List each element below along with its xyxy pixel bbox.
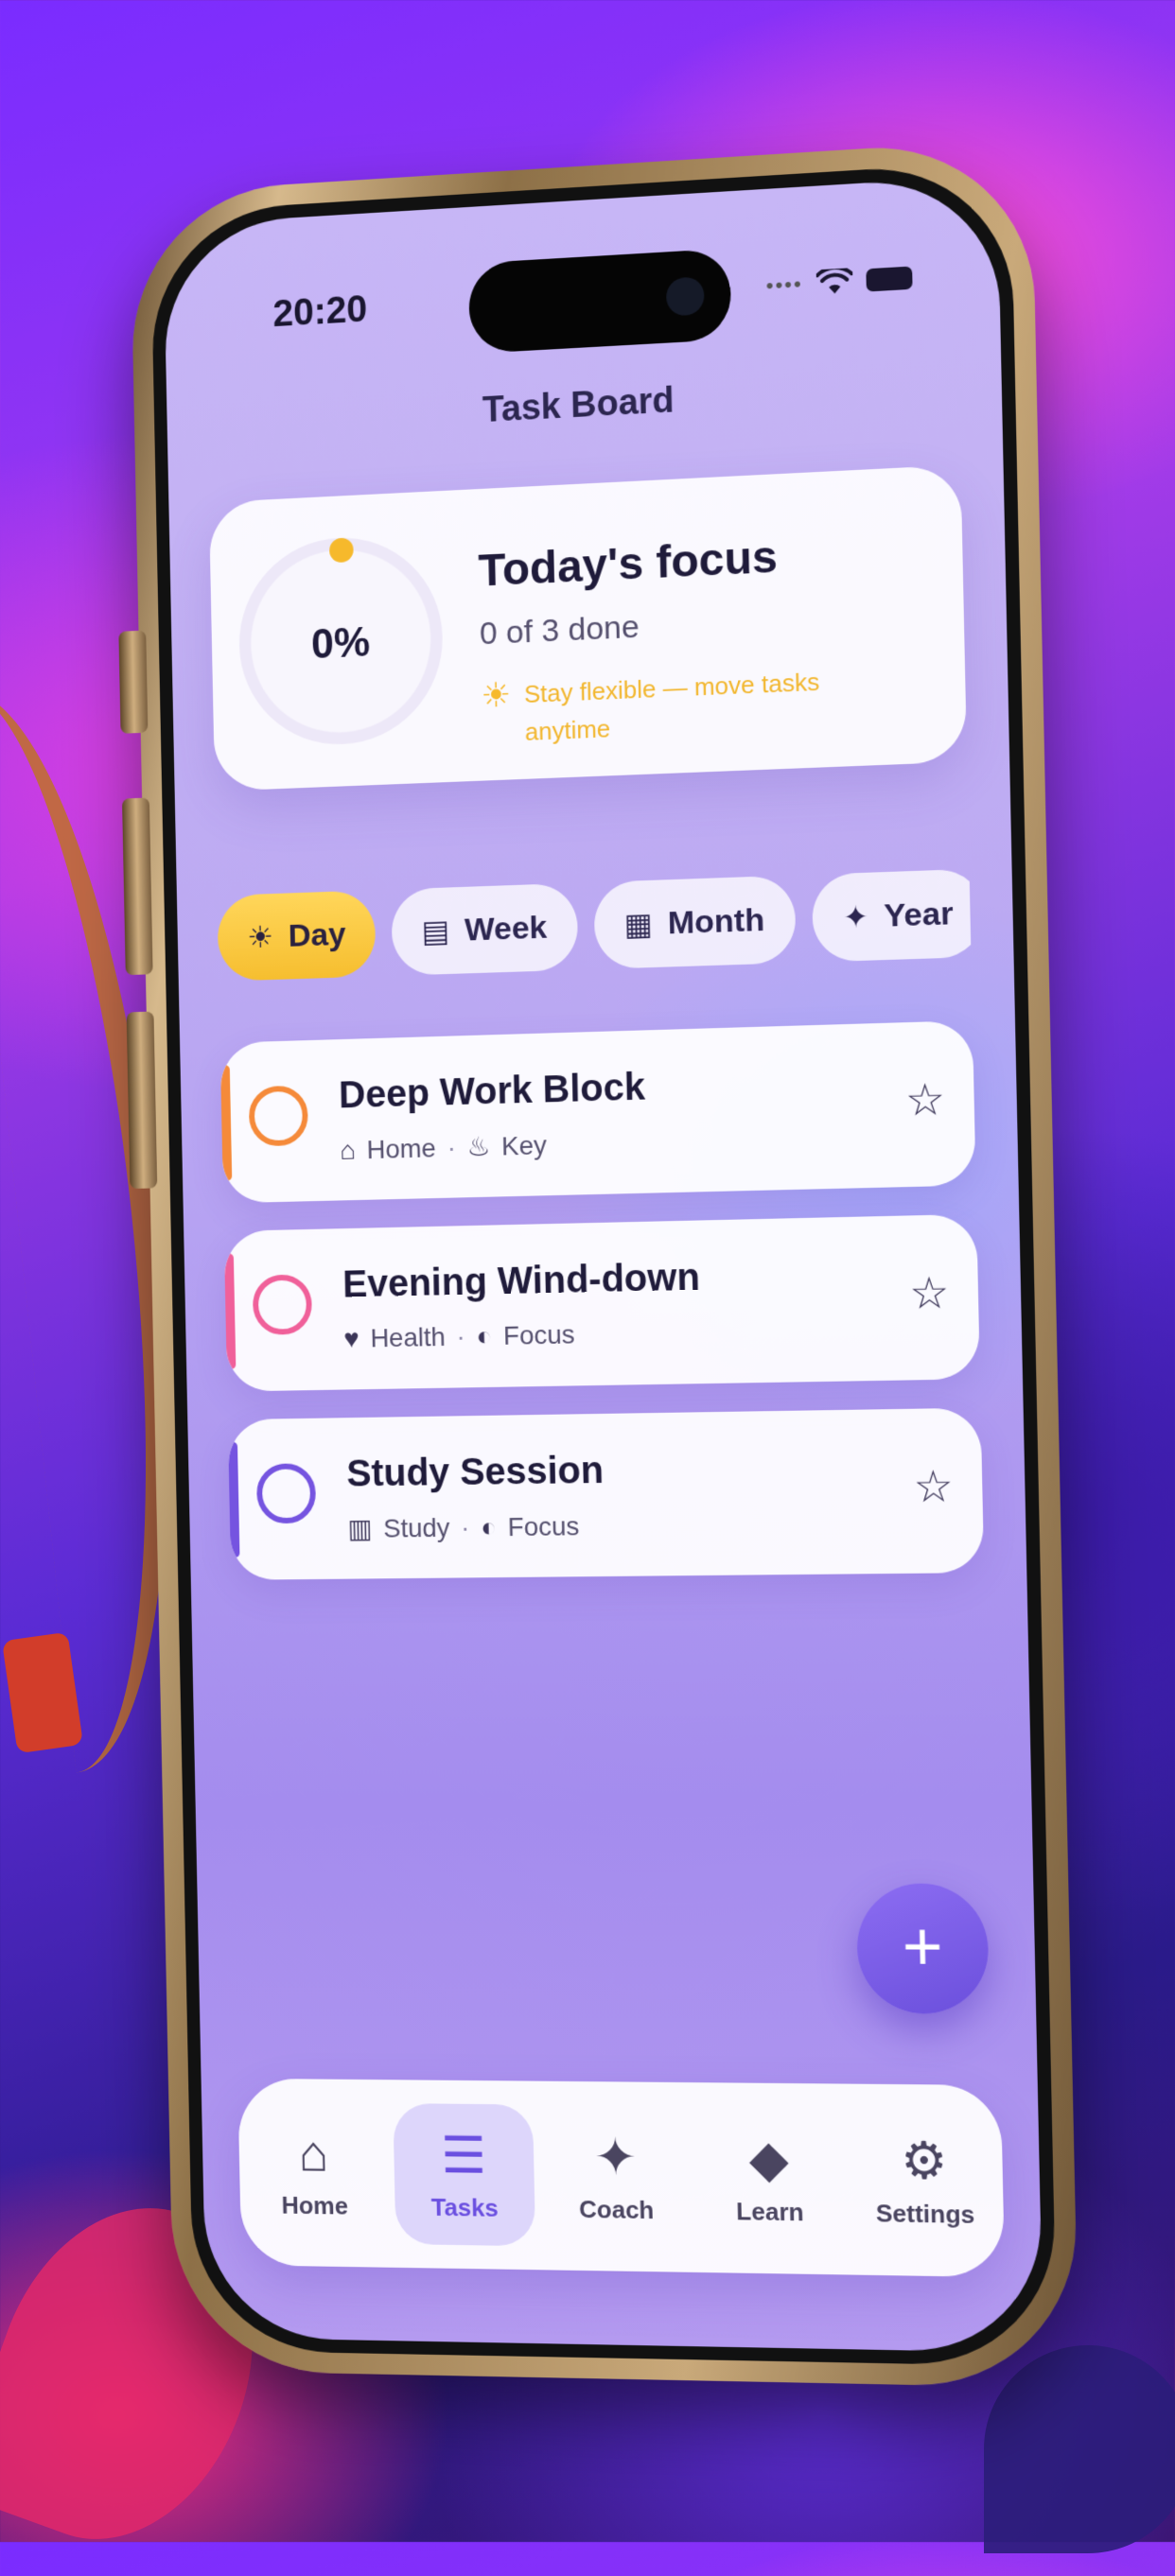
sun-icon: ☀ [480,674,512,715]
half-circle-icon: ◐ [480,1511,498,1541]
task-category: Home [366,1132,437,1164]
period-filter: ☀ Day ▤ Week ▦ Month ✦ Year [217,868,972,985]
sparkle-icon: ✦ [593,2128,638,2186]
task-title: Study Session [345,1449,605,1495]
task-meta: ⌂ Home · ♨ Key [340,1129,547,1165]
star-icon[interactable]: ☆ [909,1266,950,1318]
tab-coach[interactable]: ✦ Coach [544,2105,688,2249]
app-screen: 20:20 •••• Task Board 0% Today's focus 0 [163,174,1043,2354]
filter-label: Year [883,895,954,934]
task-checkbox[interactable] [255,1463,317,1524]
task-color-bar [220,1065,233,1181]
task-tag: Focus [507,1510,580,1541]
book-icon: ▥ [347,1513,373,1543]
task-category: Study [382,1512,450,1543]
tab-home[interactable]: ⌂ Home [244,2102,385,2244]
tab-label: Home [281,2190,349,2220]
half-circle-icon: ◐ [476,1321,493,1351]
task-row[interactable]: Study Session ▥ Study · ◐ Focus ☆ [227,1407,985,1580]
phone-frame: 20:20 •••• Task Board 0% Today's focus 0 [118,138,1079,2389]
focus-progress-text: 0 of 3 done [479,608,640,653]
task-title: Deep Work Block [338,1066,646,1117]
task-title: Evening Wind-down [342,1256,701,1306]
sun-icon: ☀ [246,919,274,955]
tab-label: Tasks [430,2192,499,2222]
task-color-bar [228,1441,240,1558]
filter-year[interactable]: ✦ Year [811,868,972,963]
add-task-button[interactable]: + [855,1883,991,2014]
calendar-icon: ▤ [421,914,450,949]
task-tag: Focus [502,1319,575,1350]
task-tag: Key [500,1129,548,1160]
task-category: Health [370,1322,447,1353]
filter-month[interactable]: ▦ Month [592,875,797,969]
progress-ring: 0% [237,532,445,749]
task-checkbox[interactable] [248,1085,309,1147]
task-color-bar [224,1253,237,1369]
meta-separator: · [460,1512,470,1542]
task-meta: ♥ Health · ◐ Focus [343,1319,575,1353]
tab-learn[interactable]: ◆ Learn [696,2106,842,2251]
tab-tasks[interactable]: ☰ Tasks [393,2103,536,2247]
focus-title: Today's focus [478,531,779,597]
phone-bezel: 20:20 •••• Task Board 0% Today's focus 0 [149,160,1058,2367]
filter-label: Week [464,909,548,949]
action-button [118,630,149,734]
progress-ring-indicator [328,537,354,564]
task-meta: ▥ Study · ◐ Focus [347,1510,579,1544]
tab-label: Learn [735,2196,804,2226]
filter-week[interactable]: ▤ Week [391,882,578,976]
focus-card: 0% Today's focus 0 of 3 done ☀ Stay flex… [208,464,968,792]
tab-label: Coach [578,2194,655,2224]
star-icon[interactable]: ☆ [904,1073,945,1126]
home-icon: ⌂ [297,2125,329,2183]
task-row[interactable]: Deep Work Block ⌂ Home · ♨ Key ☆ [219,1020,976,1204]
filter-day[interactable]: ☀ Day [217,890,377,982]
filter-label: Month [667,901,765,941]
gear-icon: ⚙ [900,2132,949,2190]
page-title: Task Board [482,380,675,431]
sparkle-icon: ✦ [842,898,869,935]
wifi-icon [816,268,853,294]
volume-up-button [121,797,153,976]
filter-label: Day [288,915,346,954]
front-camera [665,276,705,317]
tab-settings[interactable]: ⚙ Settings [851,2108,998,2254]
background-leaf [984,2345,1175,2553]
tab-bar: ⌂ Home ☰ Tasks ✦ Coach ◆ Learn ⚙ Setting… [237,2078,1006,2278]
cellular-signal-icon: •••• [765,271,804,298]
progress-percent: 0% [310,618,371,669]
status-icons: •••• [765,264,913,299]
dynamic-island [467,248,732,355]
meta-separator: · [447,1132,457,1162]
home-icon: ⌂ [339,1135,357,1165]
checklist-icon: ☰ [440,2126,487,2184]
flame-icon: ♨ [466,1131,491,1162]
volume-down-button [126,1011,158,1190]
heart-icon: ♥ [343,1323,360,1353]
task-checkbox[interactable] [252,1274,313,1335]
focus-tip: ☀ Stay flexible — move tasks anytime [481,662,841,753]
focus-tip-text: Stay flexible — move tasks anytime [523,667,820,746]
status-time: 20:20 [272,287,368,336]
task-row[interactable]: Evening Wind-down ♥ Health · ◐ Focus ☆ [223,1213,980,1392]
star-icon[interactable]: ☆ [913,1460,954,1512]
tab-label: Settings [875,2198,975,2229]
meta-separator: · [456,1321,466,1351]
graduation-cap-icon: ◆ [748,2130,790,2188]
battery-icon [866,266,913,292]
calendar-grid-icon: ▦ [623,906,654,942]
